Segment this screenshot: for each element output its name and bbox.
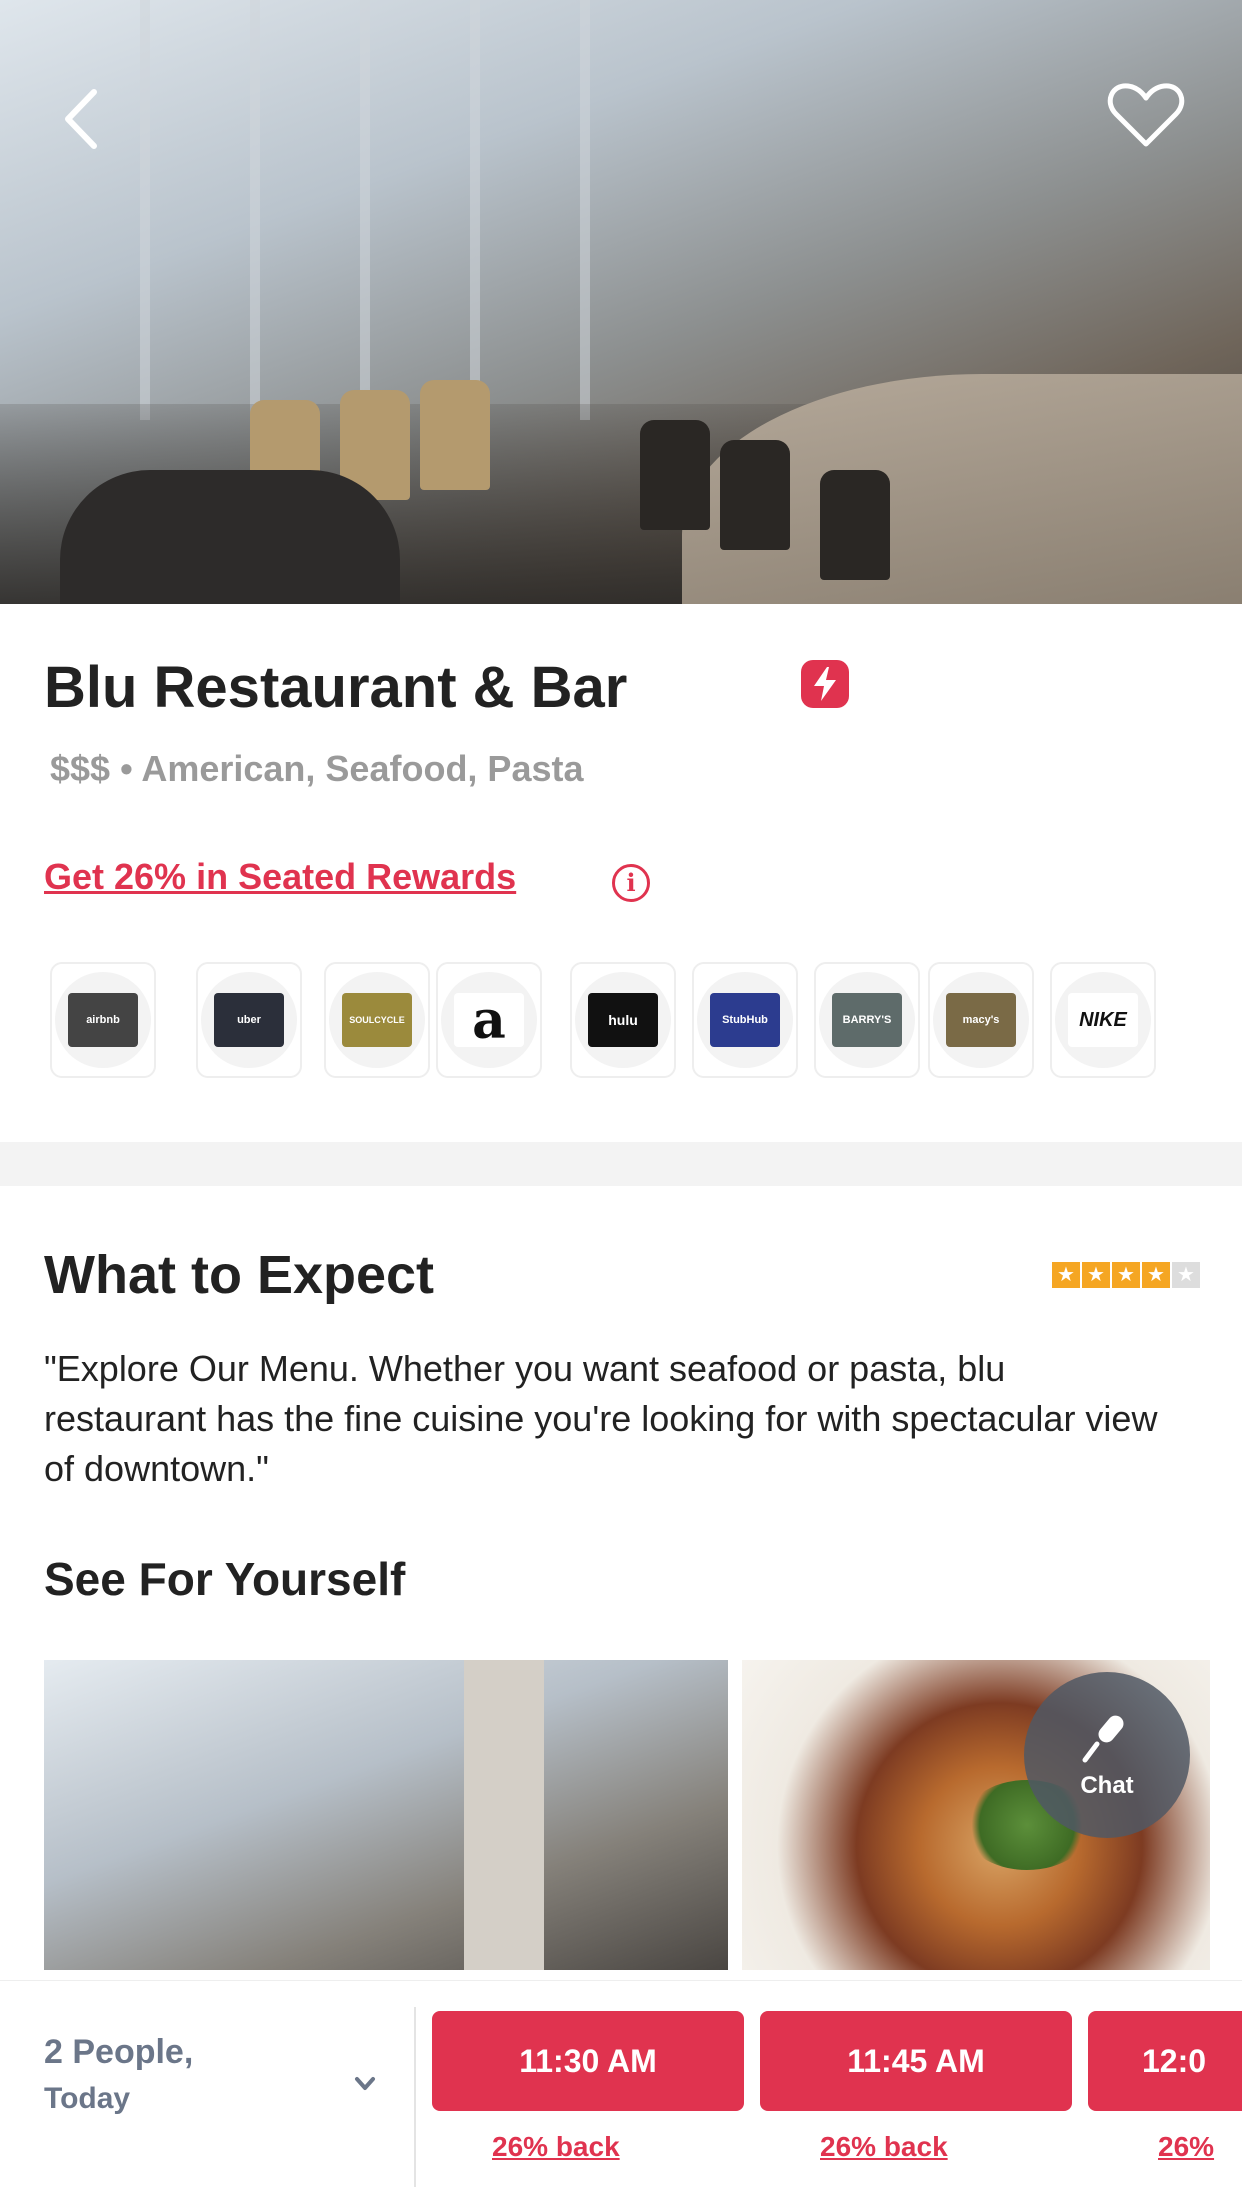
rating-stars: ★ ★ ★ ★ ★ <box>1052 1262 1200 1288</box>
partner-logo-label: SOULCYCLE <box>342 993 412 1047</box>
time-slot-button[interactable]: 12:0 <box>1088 2011 1242 2111</box>
favorite-button[interactable] <box>1106 80 1186 150</box>
star-empty-icon: ★ <box>1172 1262 1200 1288</box>
chevron-down-icon[interactable] <box>352 2073 378 2095</box>
rewards-link[interactable]: Get 26% in Seated Rewards <box>44 856 516 898</box>
time-slot-button[interactable]: 11:45 AM <box>760 2011 1072 2111</box>
partner-logo-stubhub[interactable]: StubHub <box>692 962 798 1078</box>
hero-image <box>0 0 1242 604</box>
booking-divider <box>414 2007 416 2187</box>
partner-logo-soulcycle[interactable]: SOULCYCLE <box>324 962 430 1078</box>
time-slot-cashback: 26% back <box>492 2131 620 2162</box>
partner-logo-label: airbnb <box>68 993 138 1047</box>
party-size-selector[interactable]: 2 People, Today <box>44 2033 234 2116</box>
star-icon: ★ <box>1082 1262 1110 1288</box>
info-icon[interactable]: i <box>612 864 650 902</box>
star-icon: ★ <box>1052 1262 1080 1288</box>
lightning-bolt-icon <box>814 667 836 701</box>
partner-logo-label: hulu <box>588 993 658 1047</box>
partner-logo-label: a <box>454 990 524 1051</box>
partner-logo-amazon[interactable]: a <box>436 962 542 1078</box>
interior-column <box>464 1660 544 1970</box>
hero-chair <box>640 420 710 530</box>
time-slot-button[interactable]: 11:30 AM <box>432 2011 744 2111</box>
restaurant-name: Blu Restaurant & Bar <box>44 655 628 720</box>
partner-logo-barrys[interactable]: BARRY'S <box>814 962 920 1078</box>
partner-logo-label: StubHub <box>710 993 780 1047</box>
star-icon: ★ <box>1112 1262 1140 1288</box>
partner-logo-label: macy's <box>946 993 1016 1047</box>
partner-logos-row: airbnb uber SOULCYCLE a hulu StubHub BAR… <box>50 962 1230 1078</box>
instant-booking-badge <box>801 660 849 708</box>
section-divider <box>0 1142 1242 1186</box>
hero-chair <box>720 440 790 550</box>
restaurant-description: "Explore Our Menu. Whether you want seaf… <box>44 1348 1158 1489</box>
booking-day-text: Today <box>44 2082 131 2115</box>
partner-logo-nike[interactable]: NIKE <box>1050 962 1156 1078</box>
microphone-icon <box>1082 1715 1124 1763</box>
hero-window-frame <box>250 0 260 420</box>
partner-logo-macys[interactable]: macy's <box>928 962 1034 1078</box>
hero-chair <box>420 380 490 490</box>
hero-window-frame <box>580 0 590 420</box>
party-size-text: 2 People, <box>44 2033 194 2071</box>
gallery-image-interior[interactable] <box>44 1660 728 1970</box>
time-slot-cashback: 26% <box>1158 2131 1215 2162</box>
restaurant-subtitle: $$$ • American, Seafood, Pasta <box>50 748 584 789</box>
hero-window-frame <box>470 0 480 420</box>
chat-label: Chat <box>1080 1772 1134 1799</box>
back-button[interactable] <box>54 84 108 154</box>
star-icon: ★ <box>1142 1262 1170 1288</box>
hero-booth <box>60 470 400 604</box>
partner-logo-label: BARRY'S <box>832 993 902 1047</box>
partner-logo-uber[interactable]: uber <box>196 962 302 1078</box>
what-to-expect-title: What to Expect <box>44 1245 435 1305</box>
see-for-yourself-title: See For Yourself <box>44 1553 406 1605</box>
hero-chair <box>820 470 890 580</box>
heart-icon <box>1107 83 1185 147</box>
hero-window-frame <box>140 0 150 420</box>
hero-window-frame <box>360 0 370 420</box>
booking-bar: 2 People, Today 11:30 AM 26% back 11:45 … <box>0 1980 1242 2208</box>
time-slot-cashback: 26% back <box>820 2131 948 2162</box>
chat-button[interactable]: Chat <box>1024 1672 1190 1838</box>
partner-logo-label: NIKE <box>1068 993 1138 1047</box>
partner-logo-hulu[interactable]: hulu <box>570 962 676 1078</box>
partner-logo-label: uber <box>214 993 284 1047</box>
partner-logo-airbnb[interactable]: airbnb <box>50 962 156 1078</box>
chevron-left-icon <box>65 89 97 149</box>
